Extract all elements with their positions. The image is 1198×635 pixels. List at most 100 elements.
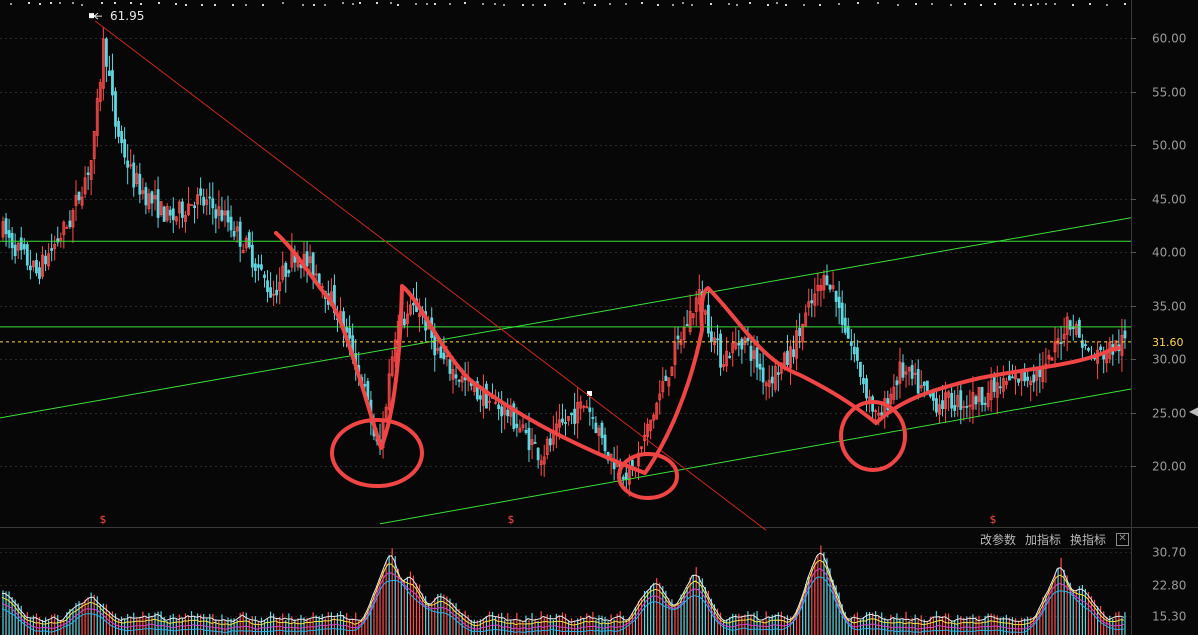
- event-marker: $: [100, 513, 107, 526]
- stock-chart[interactable]: 61.95 31.60 $ $ $ 60.00 55.00 50.00 45.00 40.00 3…: [0, 0, 1198, 635]
- event-dot: [877, 2, 879, 4]
- candle-body: [776, 372, 780, 375]
- candle-body: [86, 172, 90, 175]
- event-dot: [449, 3, 451, 5]
- event-marker: $: [508, 513, 515, 526]
- descending-trendline: [94, 20, 767, 531]
- event-dot: [672, 4, 674, 6]
- event-dot: [776, 2, 778, 4]
- candle-body: [1068, 320, 1072, 330]
- candle-body: [506, 409, 510, 417]
- event-dot: [214, 4, 216, 6]
- candle-body: [22, 244, 26, 250]
- indicator-tick-label: 15.30: [1152, 610, 1186, 624]
- candle-body: [180, 201, 184, 218]
- candle-body: [770, 376, 774, 384]
- high-marker: [89, 13, 94, 19]
- candle-body: [707, 304, 710, 334]
- event-dot: [767, 4, 769, 6]
- event-dot: [359, 2, 361, 4]
- candle-body: [761, 367, 765, 383]
- candle-body: [810, 300, 814, 304]
- candle-body: [263, 274, 266, 278]
- event-dot: [682, 2, 684, 4]
- event-dot: [785, 4, 787, 6]
- event-dot: [201, 4, 203, 6]
- candle-body: [1084, 344, 1087, 346]
- candle-body: [25, 244, 29, 266]
- candle-body: [965, 405, 969, 408]
- candle-body: [68, 220, 72, 227]
- candle-body: [1008, 375, 1011, 381]
- candle-body: [895, 380, 899, 386]
- event-dot: [564, 3, 566, 5]
- event-dot: [1045, 3, 1047, 5]
- candle-body: [348, 327, 352, 339]
- candle-body: [193, 205, 196, 209]
- candle-body: [910, 365, 914, 379]
- price-tick-label: 50.00: [1152, 139, 1186, 153]
- candle-body: [120, 131, 123, 144]
- candle-body: [561, 418, 564, 423]
- event-dot: [426, 3, 428, 5]
- candle-body: [202, 196, 206, 206]
- candle-body: [287, 270, 291, 274]
- event-dot: [376, 2, 378, 4]
- price-tick-label: 60.00: [1152, 32, 1186, 46]
- candle-body: [50, 248, 54, 251]
- event-dot: [1014, 3, 1016, 5]
- switch-indicator-button[interactable]: 换指标: [1070, 531, 1106, 549]
- event-dot: [803, 4, 805, 6]
- candle-body: [852, 346, 856, 355]
- event-dot: [342, 2, 344, 4]
- event-dots: [10, 2, 1126, 6]
- add-indicator-button[interactable]: 加指标: [1025, 531, 1061, 549]
- event-dot: [352, 3, 354, 5]
- event-dot: [39, 3, 41, 5]
- price-tick-label: 20.00: [1152, 460, 1186, 474]
- event-dot: [185, 4, 187, 6]
- candle-body: [941, 400, 944, 410]
- candle-body: [624, 472, 628, 480]
- candle-body: [685, 324, 689, 327]
- candle-body: [250, 244, 254, 268]
- candle-body: [1087, 348, 1090, 351]
- price-tick-label: 55.00: [1152, 86, 1186, 100]
- modify-params-button[interactable]: 改参数: [980, 531, 1016, 549]
- candle-body: [755, 347, 759, 368]
- event-dot: [1022, 4, 1024, 6]
- expand-panel-icon[interactable]: ◀: [1189, 403, 1198, 419]
- event-dot: [415, 3, 417, 5]
- candle-body: [740, 338, 744, 350]
- event-dot: [59, 2, 61, 4]
- candle-body: [114, 91, 117, 127]
- candle-body: [834, 291, 838, 302]
- close-indicator-icon[interactable]: ✕: [1116, 533, 1129, 546]
- candle-body: [1011, 376, 1014, 379]
- candle-body: [859, 361, 862, 377]
- high-value-label: 61.95: [110, 9, 144, 23]
- candle-body: [311, 252, 315, 278]
- candle-body: [454, 374, 458, 379]
- chart-svg[interactable]: 61.95 31.60 $ $ $ 60.00 55.00 50.00 45.00 40.00 3…: [0, 0, 1198, 635]
- candle-body: [44, 255, 47, 265]
- event-dot: [140, 3, 142, 5]
- candle-body: [457, 379, 461, 382]
- annotation-curve: [274, 231, 1120, 475]
- candle-body: [950, 392, 954, 409]
- indicator-line: [1, 552, 1125, 624]
- event-dot: [641, 2, 643, 4]
- candle-body: [992, 374, 996, 392]
- candle-body: [208, 196, 212, 199]
- candle-body: [448, 359, 452, 374]
- candle-body: [150, 191, 154, 204]
- candle-body: [269, 287, 272, 298]
- candle-body: [974, 396, 978, 405]
- candle-body: [156, 189, 160, 218]
- event-dot: [324, 4, 326, 6]
- candle-body: [798, 328, 802, 337]
- candle-body: [117, 120, 120, 137]
- candle-body: [980, 387, 984, 405]
- candle-body: [959, 390, 963, 410]
- candle-body: [1017, 378, 1020, 383]
